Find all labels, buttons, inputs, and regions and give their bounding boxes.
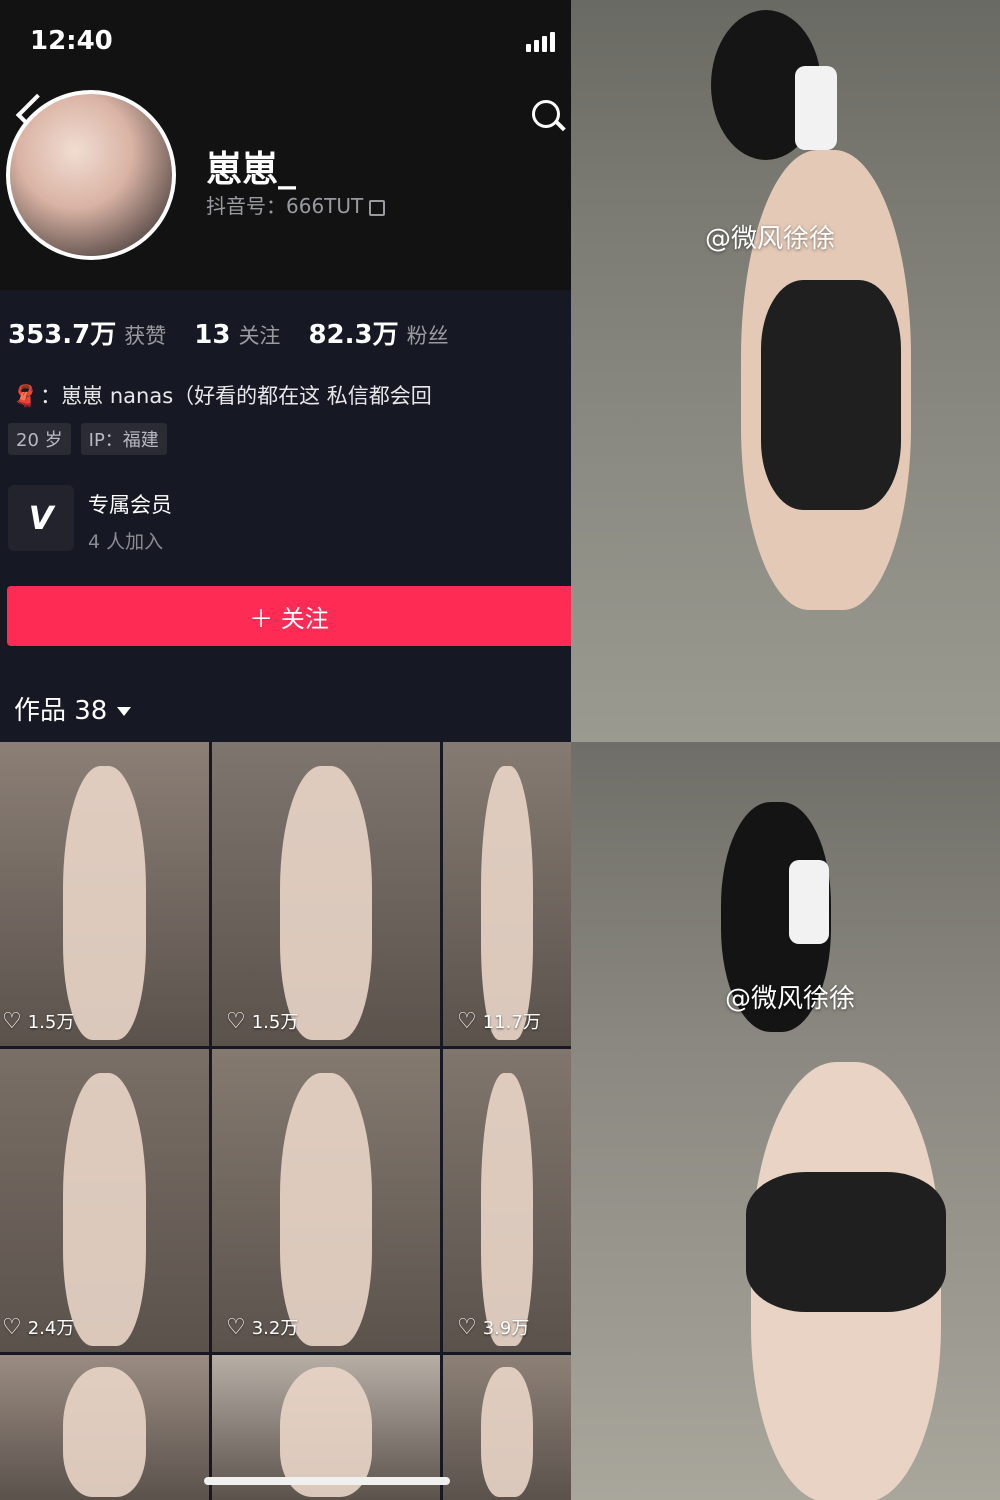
avatar[interactable]	[6, 90, 176, 260]
stat-value: 13	[194, 320, 231, 350]
thumbnail-figure	[62, 1366, 147, 1498]
stat-label: 关注	[238, 324, 281, 348]
status-time: 12:40	[30, 26, 113, 56]
thumbnail-figure	[481, 1366, 533, 1498]
douyin-id-text: 抖音号：666TUT	[206, 194, 364, 218]
douyin-id[interactable]: 抖音号：666TUT	[206, 190, 386, 219]
stat-label: 粉丝	[406, 324, 449, 348]
search-icon[interactable]	[532, 100, 560, 128]
ip-tag: IP：福建	[80, 423, 167, 455]
username: 崽崽_	[206, 149, 297, 190]
works-likes: ♡ 1.5万	[226, 1008, 298, 1034]
thumbnail-figure	[280, 1073, 372, 1346]
heart-icon: ♡	[457, 1314, 477, 1340]
member-title[interactable]: 专属会员	[88, 489, 172, 519]
stat-followers[interactable]: 82.3万 粉丝	[308, 314, 448, 351]
stat-label: 获赞	[124, 324, 167, 348]
profile-header: 12:40 崽崽_ 抖音号：666TUT	[0, 0, 571, 290]
stat-value: 353.7万	[8, 320, 117, 350]
likes-count: 11.7万	[482, 1012, 541, 1033]
works-item[interactable]: ♡ 3.2万	[212, 1049, 440, 1352]
works-likes: ♡ 3.2万	[226, 1314, 298, 1340]
works-likes: ♡ 1.5万	[2, 1008, 74, 1034]
profile-screen: 12:40 崽崽_ 抖音号：666TUT 353.7万 获赞 13 关注 82.…	[0, 0, 571, 1500]
works-likes: ♡ 2.4万	[2, 1314, 74, 1340]
thumbnail-figure	[481, 1073, 533, 1346]
mirror-selfie-photo-bottom: @微风徐徐	[571, 742, 1000, 1500]
works-item[interactable]	[443, 1355, 571, 1500]
likes-count: 3.2万	[251, 1318, 299, 1339]
phone-shape	[795, 66, 837, 150]
heart-icon: ♡	[2, 1314, 22, 1340]
likes-count: 1.5万	[27, 1012, 75, 1033]
outfit-shape	[761, 280, 901, 510]
heart-icon: ♡	[226, 1008, 246, 1034]
works-item[interactable]: ♡ 2.4万	[0, 1049, 209, 1352]
works-item[interactable]: ♡ 11.7万	[443, 742, 571, 1046]
caret-down-icon	[117, 707, 132, 716]
bio: 🧣：崽崽 nanas（好看的都在这 私信都会回	[12, 380, 432, 410]
member-subtitle: 4 人加入	[88, 531, 164, 553]
member-icon[interactable]: V	[8, 485, 74, 551]
heart-icon: ♡	[457, 1008, 477, 1034]
phone-shape	[789, 860, 829, 944]
likes-count: 3.9万	[482, 1318, 530, 1339]
heart-icon: ♡	[2, 1008, 22, 1034]
home-indicator	[204, 1477, 450, 1485]
thumbnail-figure	[280, 766, 372, 1040]
stat-value: 82.3万	[308, 320, 399, 350]
stat-following[interactable]: 13 关注	[194, 320, 280, 350]
likes-count: 2.4万	[27, 1318, 75, 1339]
works-title: 作品 38	[14, 696, 108, 726]
works-tab[interactable]: 作品 38	[14, 690, 132, 727]
thumbnail-figure	[62, 1073, 147, 1346]
thumbnail-figure	[481, 766, 533, 1040]
thumbnail-figure	[62, 766, 147, 1040]
works-item[interactable]	[0, 1355, 209, 1500]
works-likes: ♡ 3.9万	[457, 1314, 529, 1340]
mirror-selfie-photo-top: @微风徐徐	[571, 0, 1000, 742]
heart-icon: ♡	[226, 1314, 246, 1340]
works-item[interactable]: ♡ 1.5万	[212, 742, 440, 1046]
works-likes: ♡ 11.7万	[457, 1008, 541, 1034]
outfit-shape	[746, 1172, 946, 1312]
signal-icon	[526, 32, 555, 52]
stat-likes[interactable]: 353.7万 获赞	[8, 314, 166, 351]
watermark: @微风徐徐	[725, 984, 856, 1014]
age-tag: 20 岁	[8, 423, 71, 455]
copy-icon[interactable]	[369, 199, 386, 216]
watermark: @微风徐徐	[705, 224, 836, 254]
works-item[interactable]: ♡ 1.5万	[0, 742, 209, 1046]
scarf-icon: 🧣	[12, 384, 39, 408]
profile-tags: 20 岁 IP：福建	[8, 423, 167, 455]
likes-count: 1.5万	[251, 1012, 299, 1033]
follow-button[interactable]: ＋ 关注	[7, 586, 571, 646]
bio-text: ：崽崽 nanas（好看的都在这 私信都会回	[40, 384, 432, 408]
profile-stats: 353.7万 获赞 13 关注 82.3万 粉丝	[8, 314, 449, 351]
works-item[interactable]: ♡ 3.9万	[443, 1049, 571, 1352]
